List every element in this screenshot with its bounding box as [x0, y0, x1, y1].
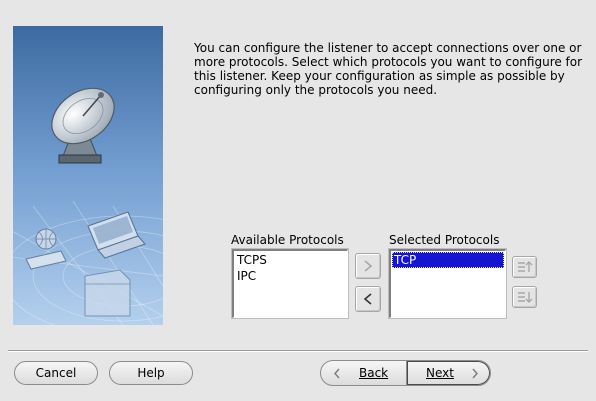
chevron-right-icon — [364, 260, 373, 272]
satellite-dish-icon — [13, 26, 163, 325]
back-button[interactable]: Back — [321, 361, 406, 385]
intro-text: You can configure the listener to accept… — [194, 41, 583, 97]
help-button[interactable]: Help — [109, 361, 193, 385]
next-button[interactable]: Next — [406, 361, 490, 385]
chevron-right-icon — [472, 368, 478, 379]
selected-protocols-label: Selected Protocols — [389, 233, 500, 247]
move-up-button[interactable] — [512, 256, 537, 278]
navigation-button-group: Back Next — [320, 360, 491, 386]
wizard-side-image — [13, 26, 163, 325]
move-down-button[interactable] — [512, 286, 537, 308]
move-down-icon — [518, 292, 533, 303]
next-label: Next — [426, 366, 454, 380]
cancel-button[interactable]: Cancel — [14, 361, 98, 385]
back-label: Back — [359, 366, 389, 380]
list-item[interactable]: TCP — [392, 252, 504, 268]
move-up-icon — [518, 261, 533, 272]
chevron-left-icon — [363, 293, 372, 305]
available-protocols-list[interactable]: TCPS IPC — [232, 249, 348, 318]
selected-protocols-list[interactable]: TCP — [389, 249, 506, 318]
footer-divider — [8, 350, 588, 352]
add-protocol-button[interactable] — [355, 253, 381, 279]
available-protocols-label: Available Protocols — [231, 233, 344, 247]
list-item[interactable]: TCPS — [235, 252, 346, 268]
list-item[interactable]: IPC — [235, 268, 346, 284]
remove-protocol-button[interactable] — [355, 286, 381, 312]
chevron-left-icon — [334, 368, 340, 379]
